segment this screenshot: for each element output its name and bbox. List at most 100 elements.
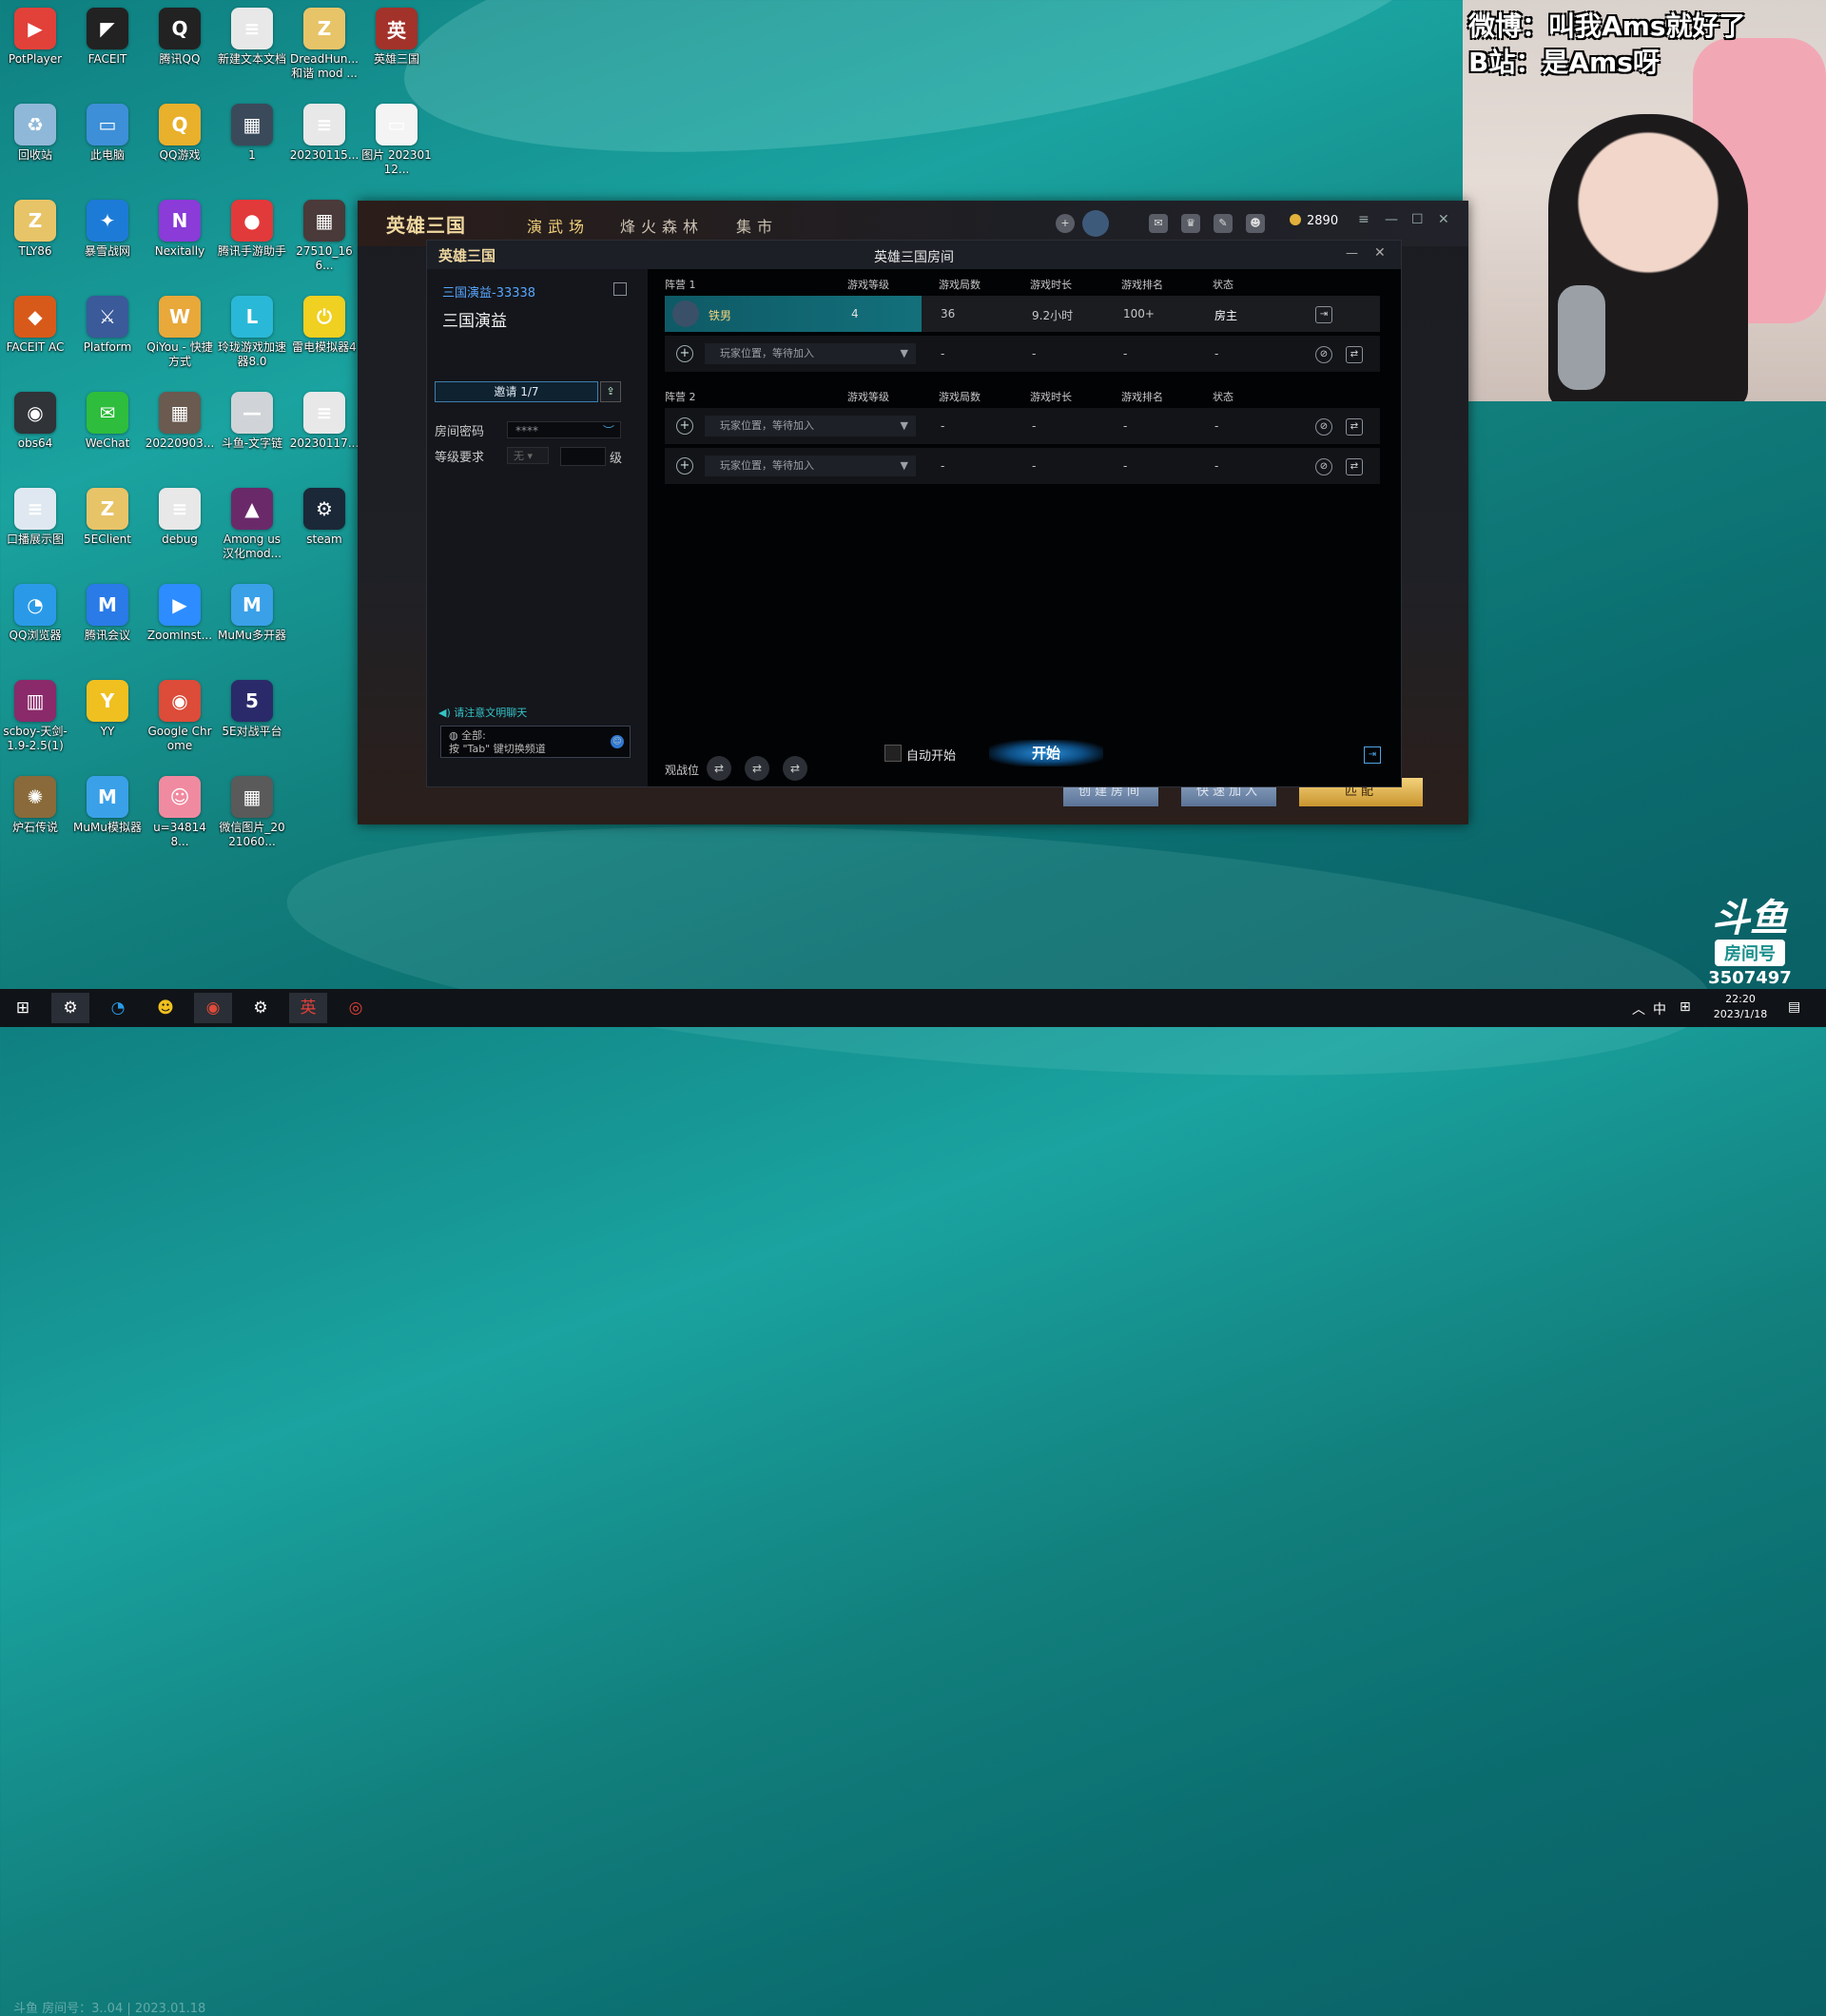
desktop-icon[interactable]: ▶ PotPlayer	[0, 2, 70, 93]
desktop-icon[interactable]: 英英雄三国	[361, 2, 432, 93]
player-row-host[interactable]: 铁男 4 36 9.2小时 100+ 房主 ⇥	[665, 296, 1380, 332]
desktop-icon[interactable]: ▭ 此电脑	[72, 98, 143, 189]
desktop-icon[interactable]: Q 腾讯QQ	[145, 2, 215, 93]
desktop-icon[interactable]: L 玲珑游戏加速器8.0	[217, 290, 287, 381]
menu-icon[interactable]: ≡	[1358, 212, 1370, 227]
taskbar-app-icon[interactable]: ◎	[337, 993, 375, 1023]
desktop-icon[interactable]: Z DreadHun...和谐 mod ...	[289, 2, 359, 93]
invite-button[interactable]: 邀请 1/7	[435, 381, 598, 402]
taskbar-qqbrowser-icon[interactable]: ◔	[99, 993, 137, 1023]
copy-icon[interactable]	[613, 282, 627, 296]
desktop-icon[interactable]: ● 腾讯手游助手	[217, 194, 287, 285]
share-icon[interactable]: ⇪	[600, 381, 621, 402]
password-field[interactable]: **** ︶	[507, 421, 621, 438]
notification-icon[interactable]: ▤	[1788, 999, 1800, 1015]
desktop-icon[interactable]: Q QQ游戏	[145, 98, 215, 189]
desktop-icon[interactable]: — 斗鱼-文字链	[217, 386, 287, 477]
message-icon[interactable]: ✎	[1214, 214, 1233, 233]
taskbar-clock[interactable]: 22:20 2023/1/18	[1702, 992, 1778, 1022]
desktop-icon[interactable]: Z 5EClient	[72, 482, 143, 573]
slot-select[interactable]: 玩家位置，等待加入 ▼	[705, 343, 916, 364]
eye-icon[interactable]: ︶	[603, 422, 614, 439]
desktop-icon[interactable]: ◤ FACEIT	[72, 2, 143, 93]
desktop-icon[interactable]: M MuMu多开器	[217, 578, 287, 669]
desktop-icon[interactable]: ≡ 20230115...	[289, 98, 359, 189]
desktop-icon[interactable]: ▦ 20220903...	[145, 386, 215, 477]
auto-start-checkbox[interactable]	[884, 745, 902, 762]
block-slot-icon[interactable]: ⊘	[1315, 418, 1332, 436]
tray-ime[interactable]: 中	[1653, 999, 1666, 1018]
room-minimize-icon[interactable]: —	[1346, 246, 1358, 261]
tab-fenghuo[interactable]: 烽火森林	[620, 214, 704, 237]
block-slot-icon[interactable]: ⊘	[1315, 458, 1332, 475]
room-close-icon[interactable]: ✕	[1374, 245, 1386, 261]
desktop-icon[interactable]: ✦ 暴雪战网	[72, 194, 143, 285]
taskbar-steam-icon[interactable]: ⚙	[51, 993, 89, 1023]
desktop-icon[interactable]: ≡ debug	[145, 482, 215, 573]
minimize-icon[interactable]: —	[1385, 212, 1398, 227]
spectator-seat-2[interactable]: ⇄	[745, 756, 769, 781]
desktop-icon[interactable]: ◉ obs64	[0, 386, 70, 477]
desktop-icon[interactable]: ≡ 新建文本文档	[217, 2, 287, 93]
desktop-icon[interactable]: ▶ ZoomInst...	[145, 578, 215, 669]
taskbar-chrome-icon[interactable]: ◉	[194, 993, 232, 1023]
desktop-icon[interactable]: M MuMu模拟器	[72, 770, 143, 862]
add-friend-icon[interactable]: +	[1056, 214, 1075, 233]
desktop-icon[interactable]: ▥ scboy-天剑-1.9-2.5(1)	[0, 674, 70, 766]
desktop-icon[interactable]: ▦ 微信图片_2021060...	[217, 770, 287, 862]
swap-slot-icon[interactable]: ⇄	[1346, 346, 1363, 363]
spectator-seat-1[interactable]: ⇄	[707, 756, 731, 781]
desktop-icon[interactable]: ▦ 27510_166...	[289, 194, 359, 285]
desktop-icon[interactable]: M 腾讯会议	[72, 578, 143, 669]
chat-input[interactable]: ◍ 全部: 按 "Tab" 键切换频道 ☺	[440, 726, 631, 758]
start-button[interactable]: 开始	[989, 740, 1103, 766]
add-player-icon[interactable]: +	[676, 345, 693, 362]
slot-select[interactable]: 玩家位置，等待加入 ▼	[705, 456, 916, 476]
desktop-icon[interactable]: 5 5E对战平台	[217, 674, 287, 766]
taskbar-yy-icon[interactable]: ☻	[146, 993, 185, 1023]
level-select[interactable]: 无 ▾	[507, 447, 549, 464]
leave-icon[interactable]: ⇥	[1315, 306, 1332, 323]
desktop-icon[interactable]: ♻ 回收站	[0, 98, 70, 189]
avatar[interactable]	[1082, 210, 1109, 237]
add-player-icon[interactable]: +	[676, 417, 693, 435]
slot-select[interactable]: 玩家位置，等待加入 ▼	[705, 416, 916, 436]
desktop-icon[interactable]: ◔ QQ浏览器	[0, 578, 70, 669]
taskbar-game-icon[interactable]: 英	[289, 993, 327, 1023]
desktop-icon[interactable]: Y YY	[72, 674, 143, 766]
desktop-icon[interactable]: ⏻ 雷电模拟器4	[289, 290, 359, 381]
swap-slot-icon[interactable]: ⇄	[1346, 458, 1363, 475]
tray-chevron-icon[interactable]: ︿	[1632, 999, 1645, 1018]
desktop-icon[interactable]: ⚔ Platform	[72, 290, 143, 381]
block-slot-icon[interactable]: ⊘	[1315, 346, 1332, 363]
start-menu-icon[interactable]: ⊞	[4, 993, 42, 1023]
taskbar-settings-icon[interactable]: ⚙	[242, 993, 280, 1023]
mail-icon[interactable]: ✉	[1149, 214, 1168, 233]
tray-keyboard-icon[interactable]: ⊞	[1680, 999, 1691, 1015]
emoji-icon[interactable]: ☺	[611, 735, 624, 748]
friends-icon[interactable]: ☻	[1246, 214, 1265, 233]
swap-slot-icon[interactable]: ⇄	[1346, 418, 1363, 436]
desktop-icon[interactable]: N Nexitally	[145, 194, 215, 285]
tab-jishi[interactable]: 集市	[736, 214, 778, 237]
level-input[interactable]	[560, 447, 606, 466]
desktop-icon[interactable]: ✉ WeChat	[72, 386, 143, 477]
desktop-icon[interactable]: ▲ Among us 汉化mod...	[217, 482, 287, 573]
desktop-icon[interactable]: ◆ FACEIT AC	[0, 290, 70, 381]
desktop-icon[interactable]: ▭ 图片 20230112...	[361, 98, 432, 189]
desktop-icon[interactable]: ▦ 1	[217, 98, 287, 189]
spectator-seat-3[interactable]: ⇄	[783, 756, 807, 781]
desktop-icon[interactable]: ≡ 口播展示图	[0, 482, 70, 573]
add-player-icon[interactable]: +	[676, 457, 693, 475]
shop-icon[interactable]: ♛	[1181, 214, 1200, 233]
maximize-icon[interactable]: ☐	[1411, 212, 1424, 227]
tab-yanwuchang[interactable]: 演武场	[527, 214, 590, 237]
desktop-icon[interactable]: W QiYou - 快捷方式	[145, 290, 215, 381]
close-icon[interactable]: ✕	[1438, 212, 1449, 227]
desktop-icon[interactable]: Z TLY86	[0, 194, 70, 285]
desktop-icon[interactable]: ✺ 炉石传说	[0, 770, 70, 862]
desktop-icon[interactable]: ◉ Google Chrome	[145, 674, 215, 766]
desktop-icon[interactable]: ≡ 20230117...	[289, 386, 359, 477]
desktop-icon[interactable]: ⚙ steam	[289, 482, 359, 573]
exit-room-icon[interactable]: ⇥	[1364, 746, 1381, 764]
